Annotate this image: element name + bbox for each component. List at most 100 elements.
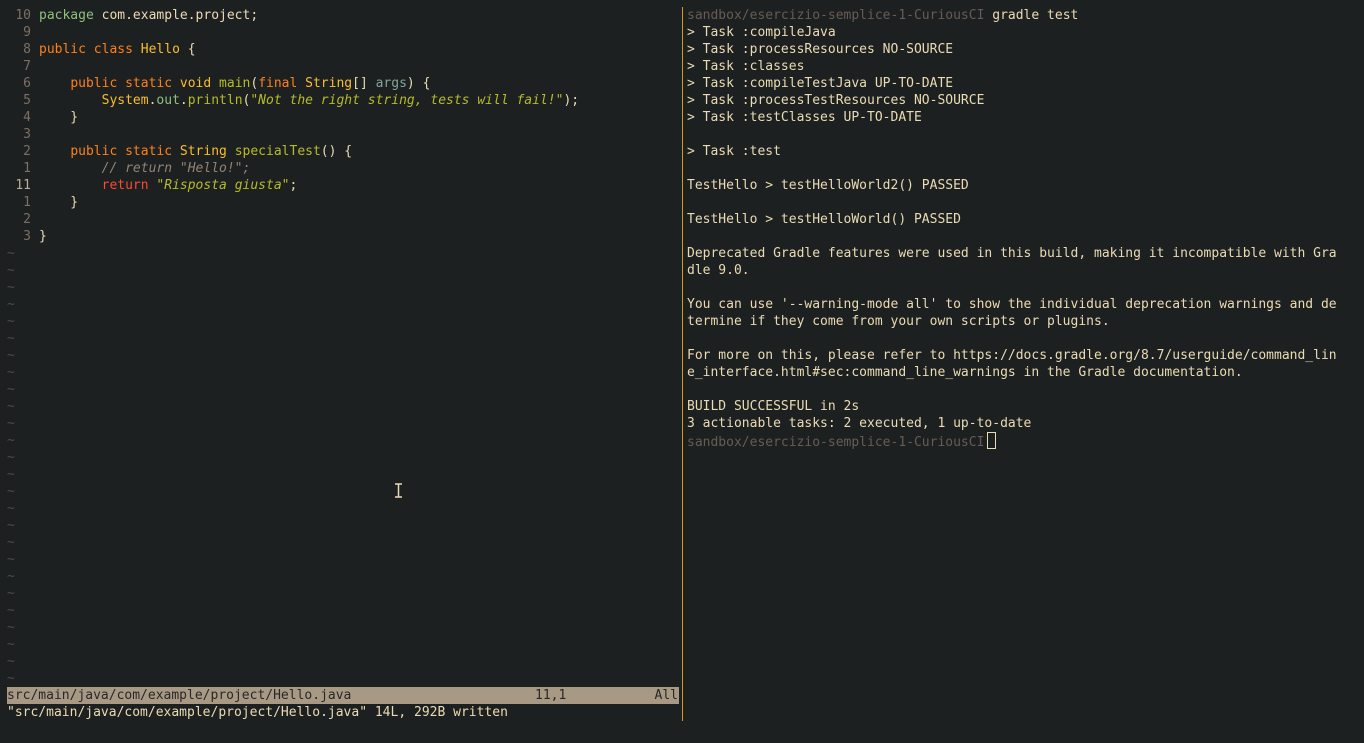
code-token: println xyxy=(187,93,243,108)
empty-buffer-line: ~ xyxy=(7,586,15,601)
shell-terminal-pane[interactable]: sandbox/esercizio-semplice-1-CuriousCI g… xyxy=(687,7,1357,721)
empty-buffer-line: ~ xyxy=(7,535,15,550)
code-line[interactable]: 6 public static void main(final String[]… xyxy=(0,75,682,92)
vim-editor-pane[interactable]: 10 package com.example.project; 9 8 public c… xyxy=(0,7,682,687)
code-token: ); xyxy=(563,93,580,108)
empty-buffer-line: ~ xyxy=(7,263,15,278)
empty-buffer-line: ~ xyxy=(7,433,15,448)
terminal-command-line: sandbox/esercizio-semplice-1-CuriousCI g… xyxy=(687,7,1357,24)
code-line[interactable]: 1 } xyxy=(0,194,682,211)
line-number: 1 xyxy=(23,161,31,176)
code-token: "Not the right string, tests will fail!" xyxy=(250,93,564,108)
line-number: 8 xyxy=(23,42,31,57)
terminal-output-line: Deprecated Gradle features were used in … xyxy=(687,246,1337,261)
code-token: ) { xyxy=(406,76,431,91)
text-cursor-icon xyxy=(395,483,402,498)
code-token: Hello xyxy=(140,42,180,57)
empty-buffer-line: ~ xyxy=(7,518,15,533)
terminal-output-line: BUILD SUCCESSFUL in 2s xyxy=(687,399,860,414)
empty-buffer-line: ~ xyxy=(7,382,15,397)
line-number: 11 xyxy=(15,178,31,193)
status-filename: src/main/java/com/example/project/Hello.… xyxy=(7,688,352,703)
code-token: out xyxy=(156,93,180,108)
code-token: final xyxy=(258,76,298,91)
code-line[interactable]: 10 package com.example.project; xyxy=(0,7,682,24)
code-token: ( xyxy=(250,76,259,91)
code-line[interactable]: 9 xyxy=(0,24,682,41)
code-token: { xyxy=(179,42,196,57)
empty-buffer-line: ~ xyxy=(7,246,15,261)
code-line[interactable]: 11 return "Risposta giusta"; xyxy=(0,177,682,194)
code-line[interactable]: 1 // return "Hello!"; xyxy=(0,160,682,177)
terminal-output-line: TestHello > testHelloWorld() PASSED xyxy=(687,212,961,227)
code-token: } xyxy=(39,110,79,125)
code-token: } xyxy=(39,195,79,210)
line-number: 3 xyxy=(23,229,31,244)
line-number: 10 xyxy=(15,8,31,23)
code-line[interactable]: 2 xyxy=(0,211,682,228)
empty-buffer-line: ~ xyxy=(7,314,15,329)
terminal-output-line: > Task :processResources NO-SOURCE xyxy=(687,42,954,57)
terminal-output-line: > Task :compileJava xyxy=(687,25,836,40)
terminal-cursor xyxy=(987,432,997,449)
line-number: 3 xyxy=(23,127,31,142)
terminal-output: > Task :compileJava > Task :processResour… xyxy=(687,24,1357,432)
terminal-output-line: For more on this, please refer to https:… xyxy=(687,348,1337,363)
terminal-output-line: > Task :compileTestJava UP-TO-DATE xyxy=(687,76,954,91)
final-prompt-path: sandbox/esercizio-semplice-1-CuriousCI xyxy=(687,435,985,450)
code-line[interactable]: 4 } xyxy=(0,109,682,126)
empty-buffer-line: ~ xyxy=(7,399,15,414)
code-line[interactable]: 3} xyxy=(0,228,682,245)
empty-buffer-line: ~ xyxy=(7,365,15,380)
empty-buffer-line: ~ xyxy=(7,671,15,686)
line-number: 2 xyxy=(23,144,31,159)
code-token: public xyxy=(70,144,118,159)
code-token: class xyxy=(93,42,133,57)
empty-buffer-line: ~ xyxy=(7,450,15,465)
terminal-output-line: > Task :test xyxy=(687,144,781,159)
empty-buffer-line: ~ xyxy=(7,348,15,363)
empty-buffer-line: ~ xyxy=(7,620,15,635)
terminal-output-line: dle 9.0. xyxy=(687,263,750,278)
code-token: return xyxy=(101,178,149,193)
terminal-output-line: > Task :processTestResources NO-SOURCE xyxy=(687,93,985,108)
code-line[interactable]: 8 public class Hello { xyxy=(0,41,682,58)
terminal-window: 10 package com.example.project; 9 8 public c… xyxy=(0,0,1364,743)
line-number: 5 xyxy=(23,93,31,108)
status-cursor-position: 11,1 xyxy=(535,688,567,703)
empty-buffer-line: ~ xyxy=(7,416,15,431)
empty-buffer-line: ~ xyxy=(7,637,15,652)
code-line[interactable]: 2 public static String specialTest() { xyxy=(0,143,682,160)
terminal-output-line: You can use '--warning-mode all' to show… xyxy=(687,297,1337,312)
empty-buffer-line: ~ xyxy=(7,331,15,346)
empty-buffer-line: ~ xyxy=(7,654,15,669)
code-line[interactable]: 3 xyxy=(0,126,682,143)
code-token: public xyxy=(70,76,118,91)
terminal-output-line: > Task :testClasses UP-TO-DATE xyxy=(687,110,922,125)
terminal-output-line: TestHello > testHelloWorld2() PASSED xyxy=(687,178,969,193)
vim-statusline: src/main/java/com/example/project/Hello.… xyxy=(7,687,679,704)
empty-buffer-line: ~ xyxy=(7,280,15,295)
terminal-final-prompt[interactable]: sandbox/esercizio-semplice-1-CuriousCI xyxy=(687,432,1357,450)
vim-command-line[interactable]: "src/main/java/com/example/project/Hello… xyxy=(7,704,508,721)
split-divider[interactable] xyxy=(682,7,683,721)
empty-buffer-line: ~ xyxy=(7,484,15,499)
line-number: 2 xyxy=(23,212,31,227)
code-line[interactable]: 5 System.out.println("Not the right stri… xyxy=(0,92,682,109)
code-line[interactable]: 7 xyxy=(0,58,682,75)
prompt-path: sandbox/esercizio-semplice-1-CuriousCI xyxy=(687,8,985,23)
code-token: "Risposta giusta" xyxy=(156,178,290,193)
